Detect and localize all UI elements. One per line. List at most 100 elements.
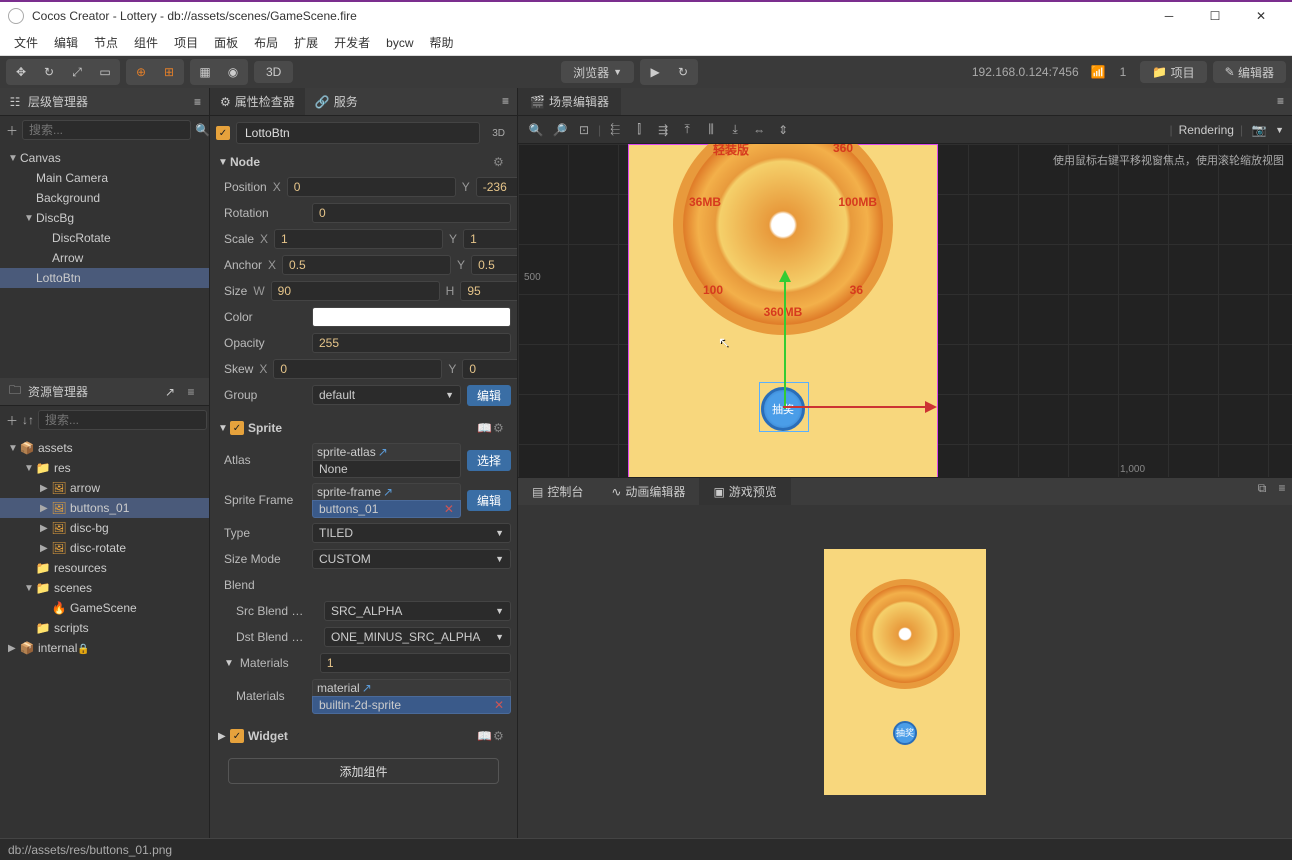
move-tool-icon[interactable]: ✥ [8, 61, 34, 83]
gear-icon[interactable]: ⚙ [493, 155, 509, 169]
scale-x-input[interactable] [274, 229, 443, 249]
sort-icon[interactable]: ↓↑ [22, 410, 34, 430]
minimize-button[interactable]: ─ [1146, 2, 1192, 30]
tab-console[interactable]: ▤控制台 [518, 478, 597, 505]
panel-menu-icon[interactable]: ≡ [1269, 88, 1292, 115]
align-bottom-icon[interactable]: ⤓ [725, 120, 745, 140]
menu-扩展[interactable]: 扩展 [286, 34, 326, 51]
group-edit-button[interactable]: 编辑 [467, 385, 511, 406]
help-icon[interactable]: 📖 [477, 729, 493, 743]
group-select[interactable]: default▼ [312, 385, 461, 405]
section-sprite-header[interactable]: ▼ ✓ Sprite 📖 ⚙ [216, 416, 511, 440]
size-h-input[interactable] [460, 281, 517, 301]
menu-开发者[interactable]: 开发者 [326, 34, 378, 51]
close-icon[interactable]: ✕ [444, 502, 454, 516]
asset-item-GameScene[interactable]: 🔥GameScene [0, 598, 209, 618]
panel-menu-icon[interactable]: ≡ [1272, 478, 1292, 498]
scale-tool-icon[interactable]: ⤢ [64, 61, 90, 83]
anchor-x-input[interactable] [282, 255, 451, 275]
reload-button[interactable]: ↻ [670, 61, 696, 83]
menu-组件[interactable]: 组件 [126, 34, 166, 51]
asset-item-resources[interactable]: 📁resources [0, 558, 209, 578]
menu-bycw[interactable]: bycw [378, 36, 421, 50]
zoom-out-icon[interactable]: 🔍 [526, 120, 546, 140]
align-middle-icon[interactable]: ⫼ [701, 120, 721, 140]
asset-item-assets[interactable]: ▼📦assets [0, 438, 209, 458]
asset-item-buttons_01[interactable]: ▶🖼buttons_01 [0, 498, 209, 518]
scene-viewport[interactable]: 使用鼠标右键平移视窗焦点，使用滚轮缩放视图 500 0 0 500 1,000 … [518, 144, 1292, 477]
3d-badge[interactable]: 3D [486, 126, 511, 141]
hierarchy-item-DiscBg[interactable]: ▼DiscBg [0, 208, 209, 228]
skew-x-input[interactable] [273, 359, 442, 379]
expand-icon[interactable]: ▶ [8, 643, 20, 654]
tab-game-preview[interactable]: ▣游戏预览 [699, 478, 790, 505]
expand-icon[interactable]: ▼ [8, 443, 20, 454]
rotate-tool-icon[interactable]: ↻ [36, 61, 62, 83]
hierarchy-item-Background[interactable]: Background [0, 188, 209, 208]
distribute-tool-icon[interactable]: ◉ [220, 61, 246, 83]
pivot-toggle-icon[interactable]: ⊞ [156, 61, 182, 83]
asset-item-scripts[interactable]: 📁scripts [0, 618, 209, 638]
panel-menu-icon[interactable]: ≡ [494, 88, 517, 115]
assets-search-input[interactable] [38, 410, 207, 430]
help-icon[interactable]: 📖 [477, 421, 493, 435]
3d-toggle-button[interactable]: 3D [254, 61, 293, 83]
anchor-toggle-icon[interactable]: ⊕ [128, 61, 154, 83]
hierarchy-item-Main Camera[interactable]: Main Camera [0, 168, 209, 188]
hierarchy-item-DiscRotate[interactable]: DiscRotate [0, 228, 209, 248]
asset-item-internal[interactable]: ▶📦internal [0, 638, 209, 658]
preview-platform-dropdown[interactable]: 浏览器 ▼ [561, 61, 634, 83]
add-component-button[interactable]: 添加组件 [228, 758, 499, 784]
close-button[interactable]: ✕ [1238, 2, 1284, 30]
tab-inspector[interactable]: ⚙ 属性检查器 [210, 88, 305, 115]
gear-icon[interactable]: ⚙ [493, 421, 509, 435]
gear-icon[interactable]: ⚙ [493, 729, 509, 743]
spriteframe-edit-button[interactable]: 编辑 [467, 490, 511, 511]
expand-icon[interactable]: ▶ [40, 483, 52, 494]
dist-v-icon[interactable]: ⇕ [773, 120, 793, 140]
preview-lotto-button[interactable]: 抽奖 [893, 721, 917, 745]
editor-button[interactable]: ✎ 编辑器 [1213, 61, 1286, 83]
materials-count-input[interactable] [320, 653, 511, 673]
maximize-button[interactable]: ☐ [1192, 2, 1238, 30]
align-tool-icon[interactable]: ▦ [192, 61, 218, 83]
popout-icon[interactable]: ⧉ [1252, 478, 1272, 498]
node-enabled-checkbox[interactable]: ✓ [216, 126, 230, 140]
tab-scene-editor[interactable]: 🎬 场景编辑器 [518, 88, 621, 115]
spriteframe-value[interactable]: buttons_01✕ [312, 500, 461, 518]
asset-item-res[interactable]: ▼📁res [0, 458, 209, 478]
expand-icon[interactable]: ▶ [40, 523, 52, 534]
section-widget-header[interactable]: ▶ ✓ Widget 📖 ⚙ [216, 724, 511, 748]
menu-节点[interactable]: 节点 [86, 34, 126, 51]
menu-项目[interactable]: 项目 [166, 34, 206, 51]
zoom-in-icon[interactable]: 🔎 [550, 120, 570, 140]
hierarchy-item-Arrow[interactable]: Arrow [0, 248, 209, 268]
menu-布局[interactable]: 布局 [246, 34, 286, 51]
position-y-input[interactable] [476, 177, 517, 197]
align-top-icon[interactable]: ⤒ [677, 120, 697, 140]
position-x-input[interactable] [287, 177, 456, 197]
sprite-enabled-checkbox[interactable]: ✓ [230, 421, 244, 435]
panel-menu-icon[interactable]: ≡ [181, 382, 201, 402]
camera-icon[interactable]: 📷 [1249, 120, 1269, 140]
gizmo-y-axis[interactable] [784, 274, 786, 409]
anchor-y-input[interactable] [471, 255, 517, 275]
node-name-input[interactable] [236, 122, 480, 144]
dist-h-icon[interactable]: ⇔ [749, 120, 769, 140]
add-asset-button[interactable]: ＋ [6, 410, 18, 430]
section-node-header[interactable]: ▼ Node ⚙ [216, 150, 511, 174]
gizmo-x-axis[interactable] [783, 406, 933, 408]
atlas-value[interactable]: None [312, 460, 461, 478]
search-icon[interactable]: 🔍 [195, 120, 210, 140]
rect-tool-icon[interactable]: ▭ [92, 61, 118, 83]
rotation-input[interactable] [312, 203, 511, 223]
material-value[interactable]: builtin-2d-sprite✕ [312, 696, 511, 714]
color-swatch[interactable] [312, 307, 511, 327]
hierarchy-item-LottoBtn[interactable]: LottoBtn [0, 268, 209, 288]
align-left-icon[interactable]: ⬱ [605, 120, 625, 140]
play-button[interactable]: ▶ [642, 61, 668, 83]
opacity-input[interactable] [312, 333, 511, 353]
asset-item-scenes[interactable]: ▼📁scenes [0, 578, 209, 598]
expand-icon[interactable]: ▼ [8, 153, 20, 164]
asset-item-arrow[interactable]: ▶🖼arrow [0, 478, 209, 498]
